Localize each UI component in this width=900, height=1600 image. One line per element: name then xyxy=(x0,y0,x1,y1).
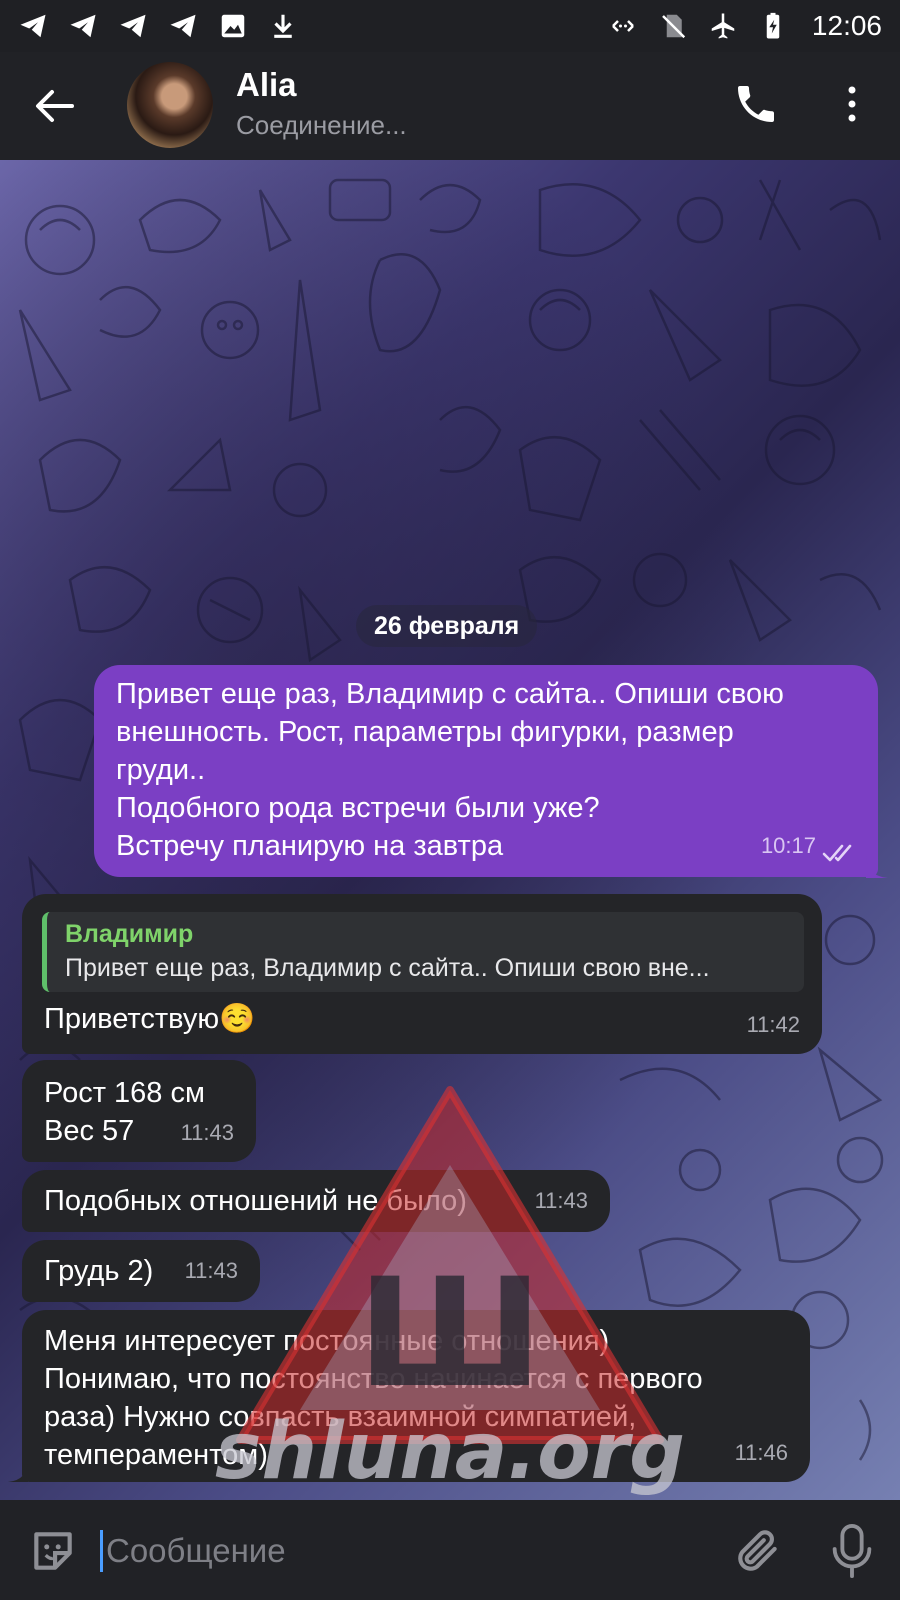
message-text-line: Рост 168 см xyxy=(44,1077,205,1109)
message-time: 11:43 xyxy=(534,1188,588,1213)
message-input-bar xyxy=(0,1500,900,1600)
telegram-icon xyxy=(70,14,96,38)
message-text: Приветствую☺️ xyxy=(44,1003,256,1035)
no-sim-icon xyxy=(662,14,686,39)
reply-author: Владимир xyxy=(65,920,194,948)
incoming-message[interactable]: Подобных отношений не было) 11:43 xyxy=(22,1170,610,1232)
message-time: 11:46 xyxy=(734,1440,788,1465)
system-icons: 12:06 xyxy=(608,10,882,42)
text-cursor xyxy=(100,1530,103,1572)
bubble-tail xyxy=(8,1460,28,1482)
airplane-icon xyxy=(711,13,735,39)
message-text-line: Привет еще раз, Владимир с сайта.. Опиши… xyxy=(116,678,784,710)
back-arrow-icon[interactable] xyxy=(28,82,80,130)
status-bar: 12:06 xyxy=(0,0,900,52)
message-text-line: Встречу планирую на завтра xyxy=(116,830,504,862)
incoming-message[interactable]: Меня интересует постоянные отношения) По… xyxy=(22,1310,810,1482)
message-text: Подобных отношений не было) xyxy=(44,1185,467,1217)
chat-header: Alia Соединение... xyxy=(0,52,900,160)
incoming-message[interactable]: Владимир Привет еще раз, Владимир с сайт… xyxy=(22,894,822,1054)
chat-messages-area[interactable]: 26 февраля Привет еще раз, Владимир с са… xyxy=(0,160,900,1500)
contact-name[interactable]: Alia xyxy=(236,66,297,104)
message-time: 11:43 xyxy=(184,1258,238,1283)
incoming-message[interactable]: Грудь 2) 11:43 xyxy=(22,1240,260,1302)
message-text-line: Понимаю, что постоянство начинается с пе… xyxy=(44,1363,703,1395)
message-text-line: груди.. xyxy=(116,754,206,786)
phone-icon[interactable] xyxy=(732,80,780,128)
message-input[interactable] xyxy=(104,1524,698,1578)
incoming-message[interactable]: Рост 168 см Вес 57 11:43 xyxy=(22,1060,256,1162)
status-time: 12:06 xyxy=(811,10,882,41)
message-text-line: раза) Нужно совпасть взаимной симпатией, xyxy=(44,1401,637,1433)
message-text-line: Подобного рода встречи были уже? xyxy=(116,792,600,824)
attach-icon[interactable] xyxy=(733,1526,783,1576)
image-icon xyxy=(221,14,245,38)
telegram-icon xyxy=(20,14,46,38)
reply-text: Привет еще раз, Владимир с сайта.. Опиши… xyxy=(65,954,710,982)
data-transfer-icon xyxy=(612,20,634,32)
connection-status: Соединение... xyxy=(236,110,407,140)
message-text-line: Меня интересует постоянные отношения) xyxy=(44,1325,610,1357)
telegram-icon xyxy=(120,14,146,38)
message-text-line: темпераментом) xyxy=(44,1439,268,1471)
message-text: Грудь 2) xyxy=(44,1255,154,1287)
telegram-icon xyxy=(170,14,196,38)
message-time: 10:17 xyxy=(760,833,816,858)
notification-icons xyxy=(18,11,298,41)
message-text-line: внешность. Рост, параметры фигурки, разм… xyxy=(116,716,734,748)
message-time: 11:43 xyxy=(180,1120,234,1145)
read-receipt-icon xyxy=(822,844,852,862)
avatar[interactable] xyxy=(127,62,213,148)
sticker-icon[interactable] xyxy=(28,1526,78,1576)
reply-quote[interactable]: Владимир Привет еще раз, Владимир с сайт… xyxy=(42,912,804,992)
battery-charging-icon xyxy=(766,12,780,39)
bubble-tail xyxy=(866,854,888,878)
more-vertical-icon[interactable] xyxy=(834,80,870,128)
date-separator: 26 февраля xyxy=(356,605,538,647)
download-icon xyxy=(274,14,292,38)
microphone-icon[interactable] xyxy=(832,1524,872,1578)
outgoing-message[interactable]: Привет еще раз, Владимир с сайта.. Опиши… xyxy=(94,665,878,877)
message-time: 11:42 xyxy=(746,1012,800,1037)
telegram-chat-screen: 12:06 Alia Соединение... 26 февраля Прив… xyxy=(0,0,900,1600)
